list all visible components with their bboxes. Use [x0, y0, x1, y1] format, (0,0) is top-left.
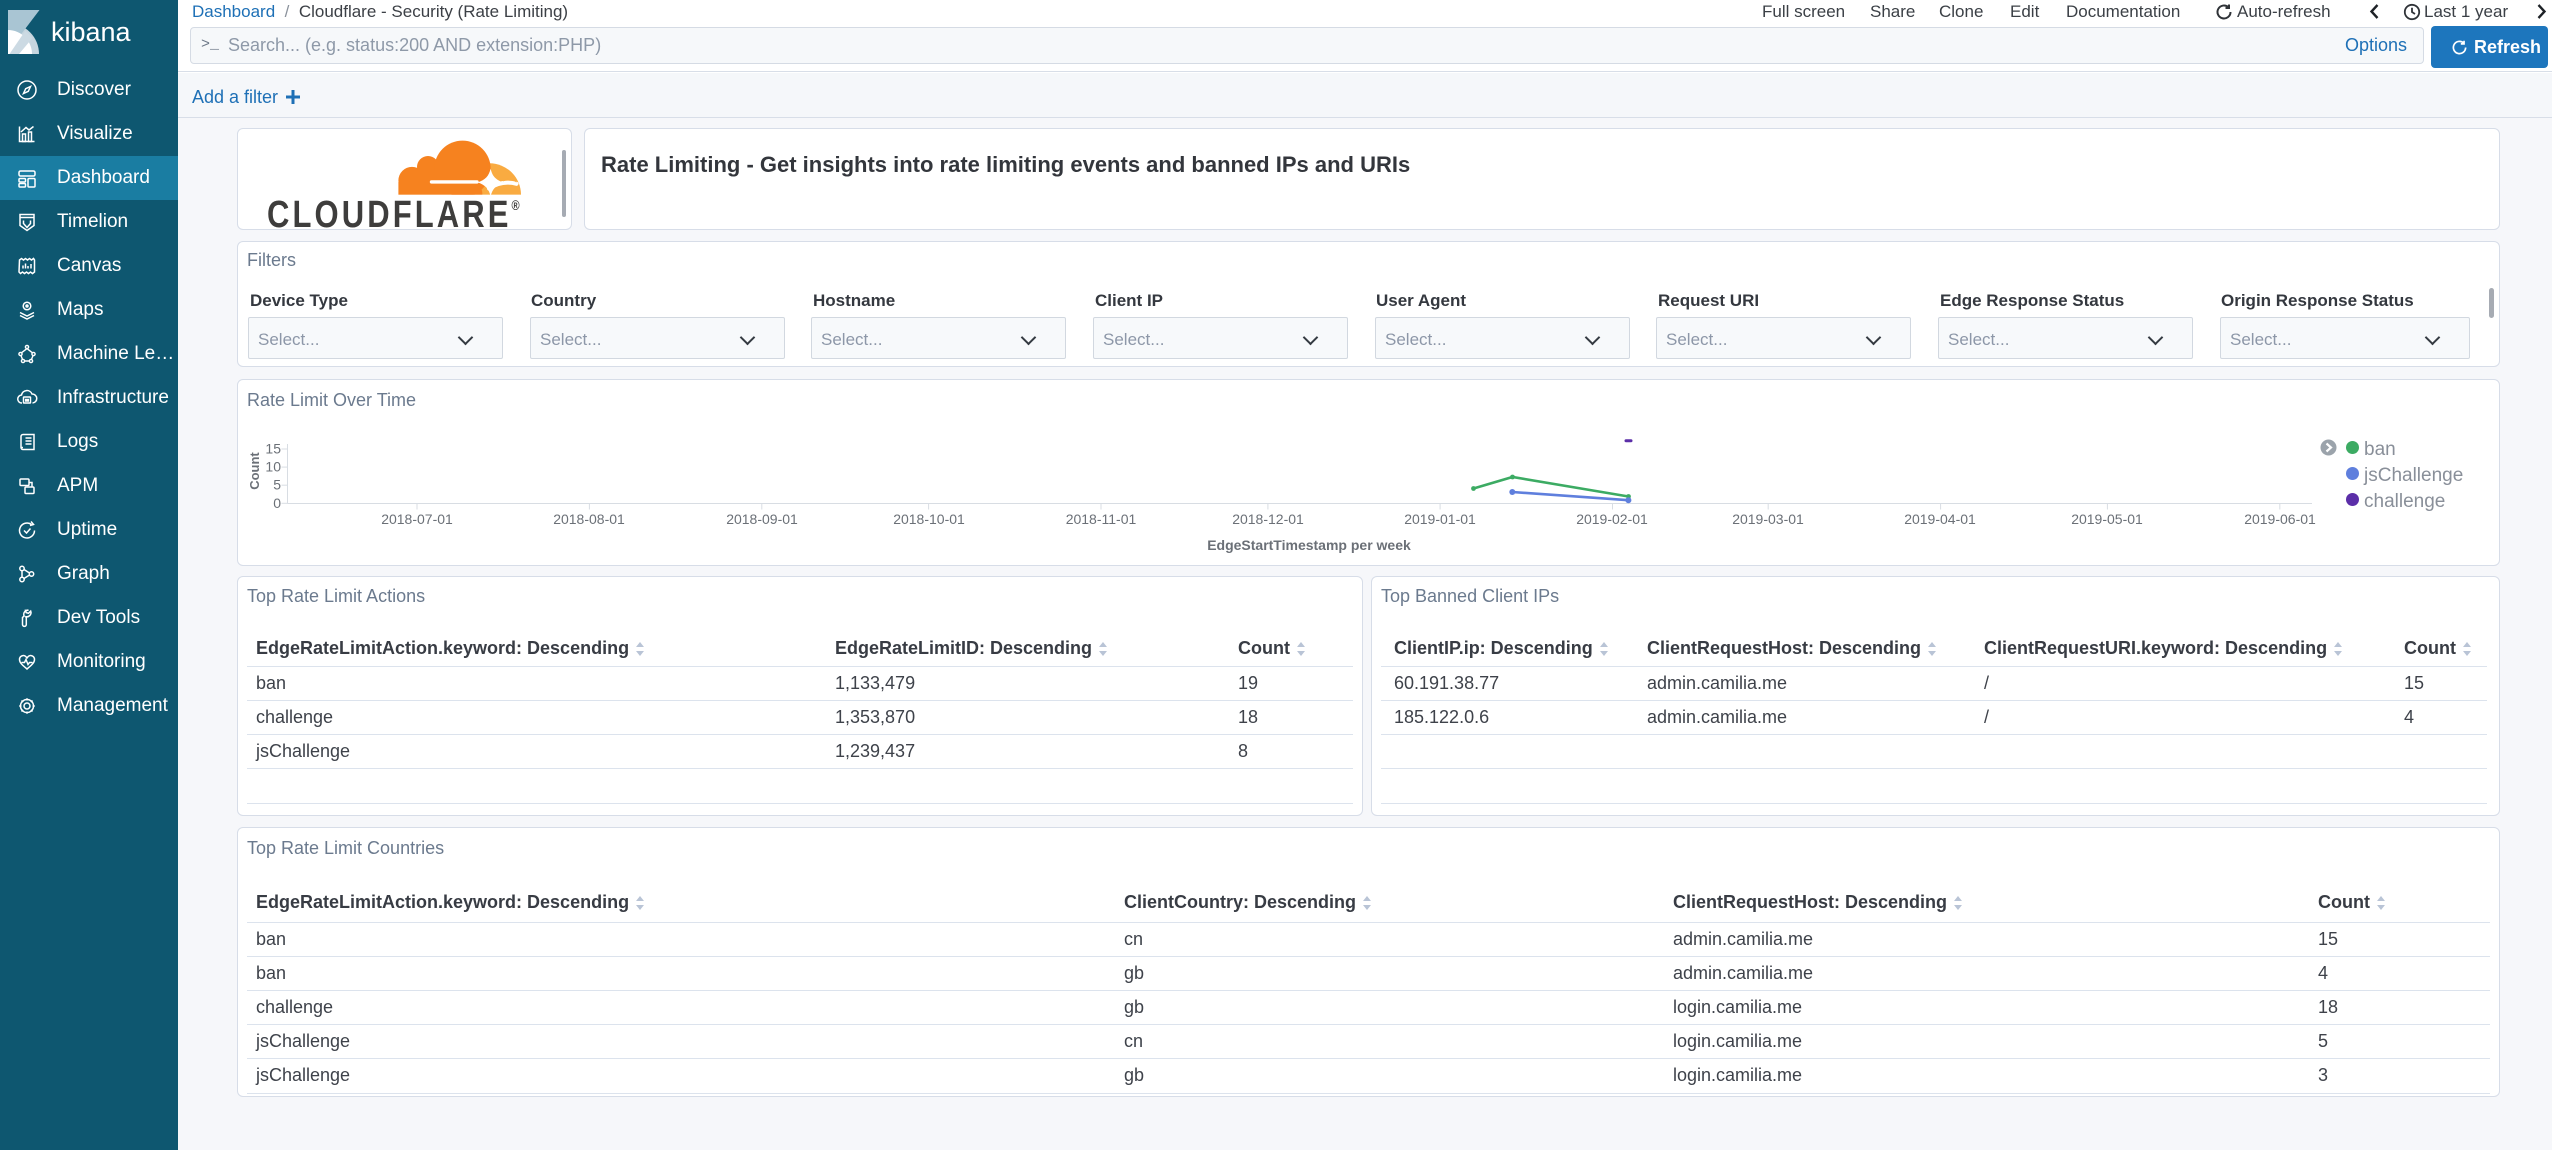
- svg-text:Count: Count: [247, 452, 262, 490]
- svg-text:10: 10: [265, 459, 281, 475]
- svg-text:2019-01-01: 2019-01-01: [1404, 511, 1476, 527]
- svg-text:2018-07-01: 2018-07-01: [381, 511, 453, 527]
- svg-text:2018-10-01: 2018-10-01: [893, 511, 965, 527]
- svg-text:2019-04-01: 2019-04-01: [1904, 511, 1976, 527]
- svg-text:5: 5: [273, 477, 281, 493]
- svg-text:2018-09-01: 2018-09-01: [726, 511, 798, 527]
- svg-text:2019-02-01: 2019-02-01: [1576, 511, 1648, 527]
- svg-text:2019-06-01: 2019-06-01: [2244, 511, 2316, 527]
- svg-text:2018-11-01: 2018-11-01: [1066, 511, 1137, 527]
- svg-text:2019-03-01: 2019-03-01: [1732, 511, 1804, 527]
- svg-text:0: 0: [273, 495, 281, 511]
- svg-text:EdgeStartTimestamp per week: EdgeStartTimestamp per week: [1207, 537, 1411, 553]
- svg-text:2019-05-01: 2019-05-01: [2071, 511, 2143, 527]
- svg-text:2018-12-01: 2018-12-01: [1232, 511, 1304, 527]
- svg-text:2018-08-01: 2018-08-01: [553, 511, 625, 527]
- svg-text:15: 15: [265, 441, 281, 457]
